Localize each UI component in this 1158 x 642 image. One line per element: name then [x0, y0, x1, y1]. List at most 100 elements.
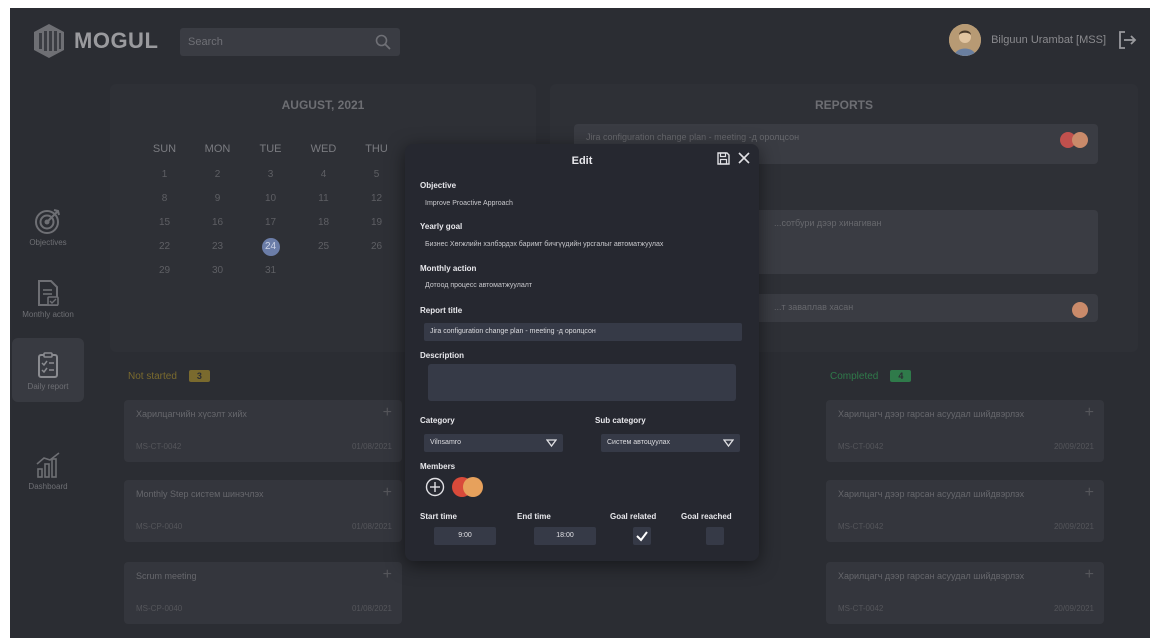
- category-selected-value: Vilnsamro: [430, 439, 461, 446]
- add-member-icon[interactable]: [425, 477, 445, 497]
- report-title-input[interactable]: Jira configuration change plan - meeting…: [424, 323, 742, 341]
- brand-logo[interactable]: MOGUL: [30, 22, 158, 60]
- calendar-day[interactable]: 23: [191, 238, 244, 256]
- calendar-day[interactable]: 18: [297, 214, 350, 232]
- task-card[interactable]: Харилцагч дээр гарсан асуудал шийдвэрлэх…: [826, 400, 1104, 462]
- calendar-day-number: 1: [161, 169, 168, 180]
- task-card[interactable]: Monthly Step систем шинэчлэх + MS-CP-004…: [124, 480, 402, 542]
- search-input[interactable]: [188, 34, 358, 50]
- goal-related-label: Goal related: [610, 512, 657, 521]
- sidebar-item-daily-report[interactable]: Daily report: [12, 338, 84, 402]
- user-area: Bilguun Urambat [MSS]: [949, 24, 1138, 56]
- calendar-day-number: 31: [264, 265, 277, 276]
- user-name: Bilguun Urambat [MSS]: [991, 34, 1106, 46]
- task-card[interactable]: Харилцагчийн хүсэлт хийх + MS-CT-0042 01…: [124, 400, 402, 462]
- calendar-day[interactable]: 2: [191, 166, 244, 184]
- calendar-day[interactable]: 19: [350, 214, 403, 232]
- calendar-day-number: 17: [264, 217, 277, 228]
- sidebar-item-label: Daily report: [27, 381, 69, 391]
- task-date: 20/09/2021: [1053, 442, 1094, 451]
- user-avatar[interactable]: [949, 24, 982, 56]
- calendar-day[interactable]: 12: [350, 190, 403, 208]
- calendar-day: [297, 262, 350, 280]
- category-label: Category: [420, 416, 455, 425]
- calendar-day[interactable]: 16: [191, 214, 244, 232]
- objective-label: Objective: [420, 181, 457, 190]
- calendar-day[interactable]: 24: [244, 238, 297, 256]
- calendar-day[interactable]: 5: [350, 166, 403, 184]
- monthly-action-label: Monthly action: [420, 264, 477, 273]
- calendar-day[interactable]: 1: [138, 166, 191, 184]
- task-code: MS-CT-0042: [838, 522, 884, 531]
- calendar-day-number: 11: [318, 193, 329, 204]
- calendar-day-number: 9: [214, 193, 221, 204]
- task-date: 20/09/2021: [1053, 604, 1094, 613]
- sidebar-item-label: Monthly action: [22, 309, 74, 319]
- calendar-day[interactable]: 25: [297, 238, 350, 256]
- member-avatar[interactable]: [463, 477, 483, 497]
- add-icon[interactable]: +: [1085, 484, 1094, 502]
- task-code: MS-CT-0042: [838, 604, 884, 613]
- reports-title: REPORTS: [814, 98, 873, 112]
- column-count-badge: 3: [188, 370, 210, 382]
- task-date: 01/08/2021: [351, 604, 392, 613]
- calendar-day-number: 16: [211, 217, 224, 228]
- yearly-goal-value: Бизнес Хөгжлийн хэлбэрдэх баримт бичгүүд…: [425, 241, 664, 248]
- calendar-day[interactable]: 17: [244, 214, 297, 232]
- end-time-input[interactable]: 18:00: [534, 527, 596, 545]
- calendar-day[interactable]: 29: [138, 262, 191, 280]
- sidebar-item-dashboard[interactable]: Dashboard: [12, 438, 84, 502]
- task-card[interactable]: Харилцагч дээр гарсан асуудал шийдвэрлэх…: [826, 480, 1104, 542]
- task-title: Monthly Step систем шинэчлэх: [136, 489, 264, 499]
- start-time-input[interactable]: 9:00: [434, 527, 496, 545]
- logout-icon[interactable]: [1116, 29, 1138, 51]
- calendar-day[interactable]: 15: [138, 214, 191, 232]
- calendar-day-number: 30: [211, 265, 224, 276]
- category-select[interactable]: Vilnsamro: [424, 434, 563, 452]
- calendar-day[interactable]: 9: [191, 190, 244, 208]
- calendar-day[interactable]: 22: [138, 238, 191, 256]
- task-date: 01/08/2021: [351, 522, 392, 531]
- task-title: Харилцагчийн хүсэлт хийх: [136, 409, 247, 419]
- task-card[interactable]: Харилцагч дээр гарсан асуудал шийдвэрлэх…: [826, 562, 1104, 624]
- task-card[interactable]: Scrum meeting + MS-CP-0040 01/08/2021: [124, 562, 402, 624]
- calendar-day[interactable]: 10: [244, 190, 297, 208]
- calendar-day[interactable]: 26: [350, 238, 403, 256]
- add-icon[interactable]: +: [383, 404, 392, 422]
- close-icon[interactable]: [737, 151, 751, 165]
- save-icon[interactable]: [716, 151, 731, 166]
- member-avatar: [1072, 302, 1088, 318]
- calendar-month-title: AUGUST, 2021: [281, 98, 365, 112]
- goal-reached-checkbox[interactable]: [706, 527, 724, 545]
- task-code: MS-CT-0042: [838, 442, 884, 451]
- calendar-day[interactable]: 11: [297, 190, 350, 208]
- calendar-day[interactable]: 3: [244, 166, 297, 184]
- calendar-day[interactable]: 4: [297, 166, 350, 184]
- not-started-column-header: Not started 3: [128, 370, 210, 382]
- sidebar: Objectives Monthly action Daily report D…: [10, 70, 88, 638]
- report-item-text: ...т заваплав хасан: [774, 302, 854, 312]
- add-icon[interactable]: +: [1085, 566, 1094, 584]
- completed-column-header: Completed 4: [830, 370, 912, 382]
- search-icon[interactable]: [374, 33, 392, 51]
- calendar-day-number: 2: [214, 169, 221, 180]
- add-icon[interactable]: +: [1085, 404, 1094, 422]
- column-title: Not started: [128, 370, 177, 382]
- calendar-day[interactable]: 31: [244, 262, 297, 280]
- task-title: Харилцагч дээр гарсан асуудал шийдвэрлэх: [838, 489, 1025, 499]
- add-icon[interactable]: +: [383, 484, 392, 502]
- calendar-day: [350, 262, 403, 280]
- goal-related-checkbox[interactable]: [633, 527, 651, 545]
- logo-mark-icon: [34, 24, 64, 58]
- sidebar-item-objectives[interactable]: Objectives: [12, 194, 84, 258]
- calendar-day-number: 5: [373, 169, 380, 180]
- bar-chart-icon: [36, 451, 60, 478]
- calendar-day-number: 19: [370, 217, 383, 228]
- add-icon[interactable]: +: [383, 566, 392, 584]
- calendar-day[interactable]: 30: [191, 262, 244, 280]
- calendar-day[interactable]: 8: [138, 190, 191, 208]
- sidebar-item-monthly-action[interactable]: Monthly action: [12, 266, 84, 330]
- description-textarea[interactable]: [428, 364, 736, 401]
- chevron-down-icon: [546, 439, 557, 448]
- subcategory-select[interactable]: Систем автоцуулах: [601, 434, 740, 452]
